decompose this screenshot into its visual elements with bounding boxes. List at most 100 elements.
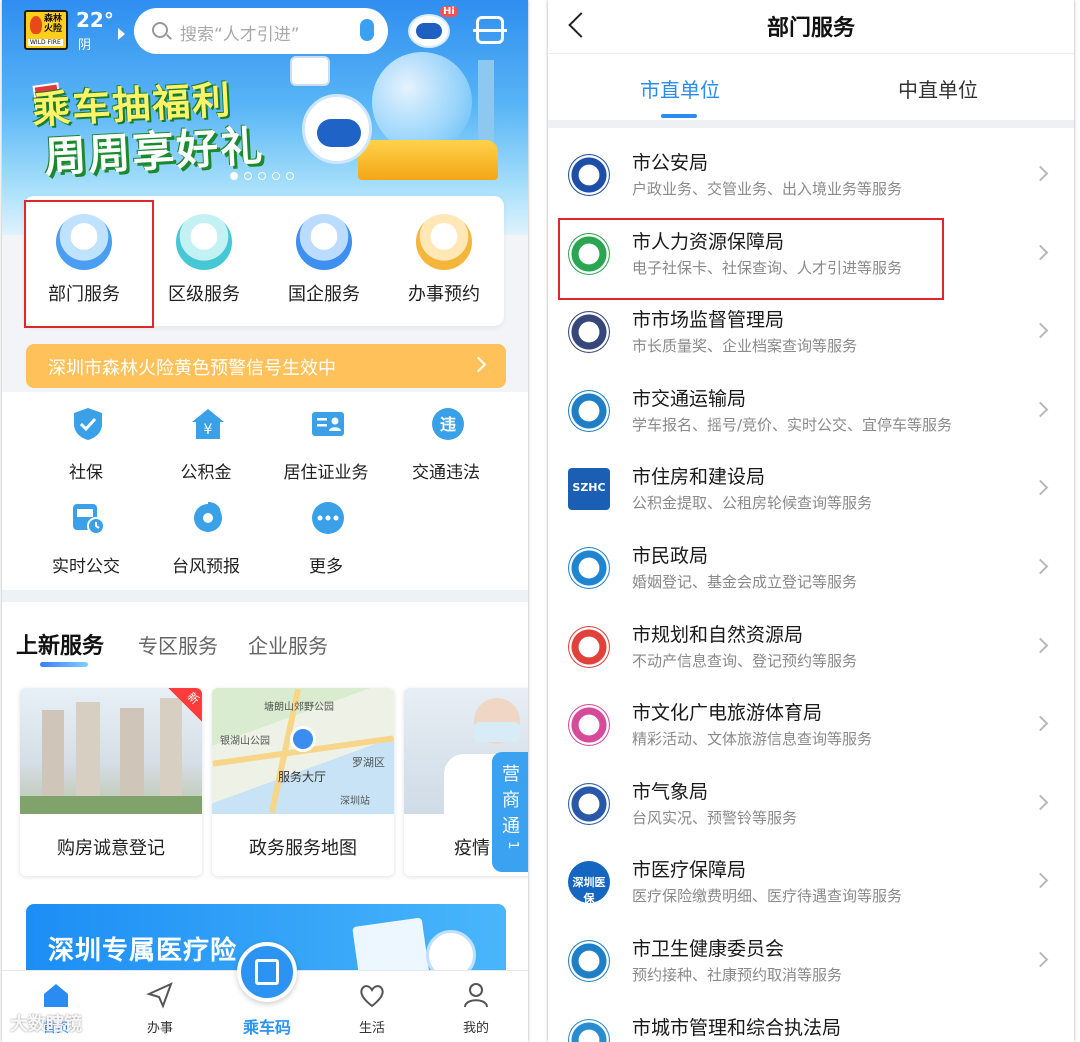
map-image: 塘朗山郊野公园 银湖山公园 服务大厅 罗湖区 深圳站 bbox=[212, 688, 394, 814]
nav-services[interactable]: 办事 bbox=[120, 971, 200, 1042]
heart-icon bbox=[360, 985, 384, 1008]
dept-item[interactable]: 市市场监督管理局市长质量奖、企业档案查询等服务 bbox=[548, 295, 1074, 373]
fire-risk-badge-icon: 森林 火险 WILD FIRE bbox=[24, 10, 68, 50]
dept-item[interactable]: 市民政局 婚姻登记、基金会成立登记等服务 bbox=[548, 531, 1074, 609]
typhoon-icon bbox=[194, 502, 222, 532]
ride-code-button[interactable] bbox=[237, 942, 297, 1002]
appointment-icon bbox=[416, 214, 472, 270]
dept-item[interactable]: SZHC 市住房和建设局公积金提取、公租房轮候查询等服务 bbox=[548, 452, 1074, 530]
weather-widget[interactable]: 森林 火险 WILD FIRE 22° 阴 bbox=[24, 8, 125, 53]
dept-name: 市卫生健康委员会 bbox=[632, 938, 785, 960]
chevron-right-icon bbox=[118, 28, 125, 40]
dept-name: 市医疗保障局 bbox=[632, 859, 747, 882]
dept-description: 公积金提取、公租房轮候查询等服务 bbox=[632, 494, 873, 513]
chevron-right-icon bbox=[470, 356, 487, 373]
location-pin-icon bbox=[290, 726, 316, 752]
dept-name: 市住房和建设局 bbox=[632, 466, 766, 489]
quick-social-security[interactable]: 社保 bbox=[26, 406, 146, 496]
highlight-box-hr-bureau bbox=[558, 218, 944, 300]
dept-name: 市规划和自然资源局 bbox=[632, 623, 804, 646]
dept-item[interactable]: 市规划和自然资源局不动产信息查询、登记预约等服务 bbox=[548, 610, 1074, 688]
active-tab-indicator bbox=[661, 114, 697, 118]
temperature: 22° bbox=[76, 8, 114, 32]
banner-dot bbox=[286, 172, 294, 180]
assistant-robot-button[interactable]: Hi bbox=[406, 6, 458, 52]
search-bar[interactable]: 搜索“人才引进” bbox=[134, 8, 388, 54]
category-soe-services[interactable]: 国企服务 bbox=[264, 196, 384, 326]
civil-affairs-icon bbox=[568, 547, 610, 589]
chevron-right-icon bbox=[1032, 401, 1049, 418]
bus-illustration bbox=[290, 56, 330, 86]
dept-description: 预约接种、社康预约取消等服务 bbox=[632, 966, 843, 984]
fire-warning-alert[interactable]: 深圳市森林火险黄色预警信号生效中 bbox=[26, 344, 506, 388]
chevron-right-icon bbox=[1032, 637, 1049, 653]
send-icon bbox=[146, 982, 173, 1009]
banner-dot bbox=[258, 172, 266, 180]
dept-name: 市民政局 bbox=[632, 545, 709, 567]
new-badge: 新 bbox=[168, 688, 202, 722]
dept-item[interactable]: 市卫生健康委员会预约接种、社康预约取消等服务 bbox=[548, 924, 1074, 1002]
dept-item[interactable]: 深圳医保 市医疗保障局 医疗保险缴费明细、医疗待遇查询等服务 bbox=[548, 845, 1074, 923]
tab-central-units[interactable]: 中直单位 bbox=[848, 74, 1028, 103]
quick-residence-permit[interactable]: 居住证业务 bbox=[266, 406, 386, 496]
service-card-housing[interactable]: 新 购房诚意登记 bbox=[20, 688, 202, 876]
ride-code-label: 乘车码 bbox=[242, 1018, 291, 1037]
quick-traffic-violation[interactable]: 违 交通违法 bbox=[386, 406, 506, 496]
banner-dot bbox=[272, 172, 280, 180]
transport-emblem-icon bbox=[568, 389, 610, 432]
tab-municipal-units[interactable]: 市直单位 bbox=[590, 74, 770, 103]
quick-housing-fund[interactable]: ¥ 公积金 bbox=[146, 406, 266, 496]
prize-globe-illustration bbox=[372, 52, 472, 152]
weather-condition: 阴 bbox=[78, 38, 92, 53]
dept-item[interactable]: 市文化广电旅游体育局 精彩活动、文体旅游信息查询等服务 bbox=[548, 688, 1074, 766]
house-yuan-icon: ¥ bbox=[192, 409, 224, 439]
dept-item[interactable]: 市气象局 台风实况、预警铃等服务 bbox=[548, 767, 1074, 845]
banner-dot bbox=[244, 172, 252, 180]
category-appointment[interactable]: 办事预约 bbox=[384, 196, 504, 326]
chevron-right-icon bbox=[1032, 244, 1049, 260]
szhc-logo-icon: SZHC bbox=[568, 468, 610, 511]
chevron-right-icon bbox=[1032, 165, 1049, 182]
header-bar: 部门服务 bbox=[548, 0, 1074, 54]
chevron-right-icon bbox=[1032, 480, 1049, 496]
quick-more[interactable]: 更多 bbox=[266, 500, 386, 590]
category-district-services[interactable]: 区级服务 bbox=[144, 196, 264, 326]
police-emblem-icon bbox=[568, 154, 610, 196]
quick-realtime-bus[interactable]: 实时公交 bbox=[26, 500, 146, 590]
tab-zone-services[interactable]: 专区服务 bbox=[138, 630, 218, 659]
quick-typhoon-forecast[interactable]: 台风预报 bbox=[146, 500, 266, 590]
svg-text:违: 违 bbox=[440, 415, 456, 434]
search-icon bbox=[152, 22, 168, 38]
id-card-icon bbox=[312, 412, 344, 436]
highlight-box-department bbox=[24, 200, 154, 328]
dept-name: 市交通运输局 bbox=[632, 387, 747, 410]
microphone-icon[interactable] bbox=[360, 19, 374, 41]
dept-item[interactable]: 市城市管理和综合执法局 bbox=[548, 1003, 1074, 1042]
department-services-screen: 部门服务 市直单位 中直单位 市公安局 户政业务、交管业务、出入境业务等服务 市人力… bbox=[548, 0, 1074, 1042]
dept-description: 不动产信息查询、登记预约等服务 bbox=[632, 651, 858, 670]
dept-name: 市公安局 bbox=[632, 152, 709, 174]
banner-pagination bbox=[230, 172, 294, 180]
tab-enterprise-services[interactable]: 企业服务 bbox=[248, 630, 328, 659]
service-card-map[interactable]: 塘朗山郊野公园 银湖山公园 服务大厅 罗湖区 深圳站 政务服务地图 bbox=[212, 688, 394, 876]
more-icon bbox=[312, 502, 344, 534]
dept-description: 台风实况、预警铃等服务 bbox=[632, 808, 798, 827]
chevron-right-icon bbox=[1032, 951, 1049, 968]
health-emblem-icon bbox=[568, 940, 610, 982]
weather-emblem-icon bbox=[568, 782, 610, 825]
dept-name: 市市场监督管理局 bbox=[632, 309, 785, 332]
qr-bus-icon bbox=[255, 959, 279, 985]
dept-item[interactable]: 市交通运输局学车报名、摇号/竞价、实时公交、宜停车等服务 bbox=[548, 374, 1074, 452]
watermark: 大数瞎镜 bbox=[10, 1014, 82, 1035]
scan-icon[interactable] bbox=[473, 16, 507, 44]
tab-new-services[interactable]: 上新服务 bbox=[16, 628, 104, 660]
business-float-tab[interactable]: 营商通 1 bbox=[492, 752, 528, 872]
shield-check-icon bbox=[74, 408, 102, 440]
dept-description: 户政业务、交管业务、出入境业务等服务 bbox=[632, 180, 903, 198]
robot-mascot-illustration bbox=[302, 94, 372, 164]
nav-mine[interactable]: 我的 bbox=[436, 971, 516, 1042]
dept-item[interactable]: 市公安局户政业务、交管业务、出入境业务等服务 bbox=[548, 138, 1074, 216]
dept-description: 学车报名、摇号/竞价、实时公交、宜停车等服务 bbox=[632, 415, 953, 434]
nav-life[interactable]: 生活 bbox=[332, 971, 412, 1042]
dept-description: 市长质量奖、企业档案查询等服务 bbox=[632, 337, 858, 356]
